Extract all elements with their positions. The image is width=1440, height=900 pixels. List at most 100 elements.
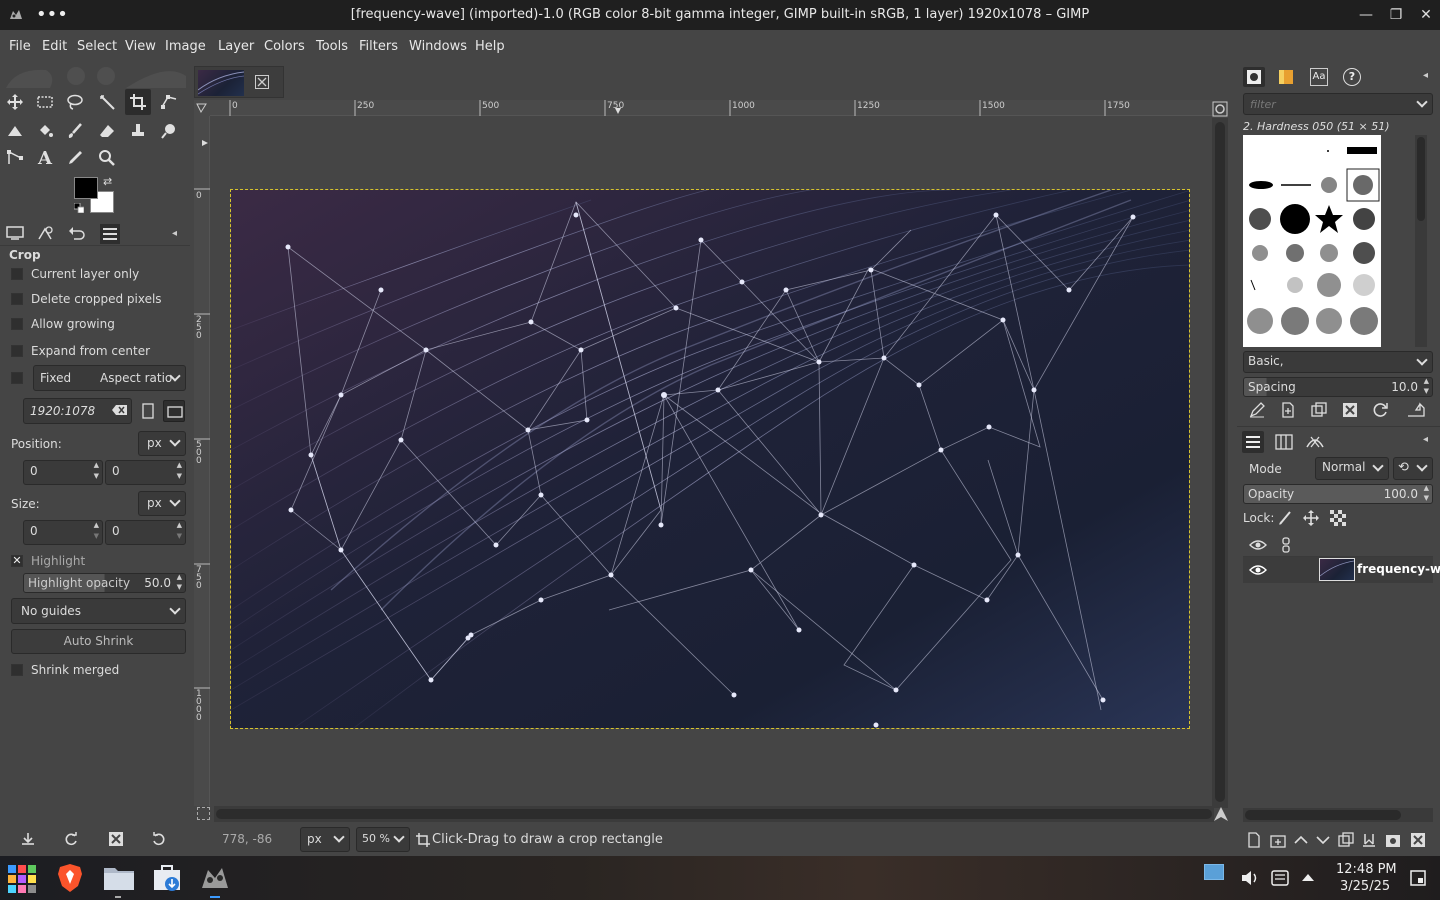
fuzzy-select-tool-icon[interactable]: [94, 89, 120, 115]
brush-grid-scroll-thumb[interactable]: [1417, 137, 1425, 221]
current-layer-only-checkbox[interactable]: [11, 268, 23, 280]
position-unit-dropdown[interactable]: px: [138, 431, 186, 456]
spin-down-icon[interactable]: ▼: [1424, 494, 1429, 502]
text-tool-icon[interactable]: A: [32, 145, 58, 171]
refresh-brushes-icon[interactable]: [1373, 402, 1389, 421]
merge-layer-icon[interactable]: [1361, 832, 1377, 851]
spin-up-icon[interactable]: ▲: [1424, 377, 1429, 385]
lock-alpha-icon[interactable]: [1330, 510, 1346, 529]
vertical-scroll-thumb[interactable]: [1215, 122, 1225, 802]
layer-mode-reset-dropdown[interactable]: ⟲: [1393, 457, 1433, 480]
tray-expand-icon[interactable]: [1300, 870, 1316, 887]
layer-name[interactable]: frequency-wa: [1357, 562, 1440, 576]
brush-filter-input[interactable]: filter: [1243, 93, 1433, 115]
eraser-tool-icon[interactable]: [94, 118, 120, 144]
menu-help[interactable]: Help: [475, 39, 505, 54]
raise-layer-icon[interactable]: [1293, 832, 1309, 851]
size-h-field[interactable]: 0 ▲ ▼: [105, 520, 186, 545]
device-status-tab-icon[interactable]: [36, 225, 56, 243]
delete-layer-icon[interactable]: [1410, 832, 1426, 851]
smudge-tool-icon[interactable]: [156, 118, 182, 144]
brave-browser-icon[interactable]: [54, 862, 86, 894]
fixed-option[interactable]: [11, 372, 31, 384]
delete-options-icon[interactable]: [108, 831, 124, 850]
horizontal-scrollbar[interactable]: [214, 806, 1214, 822]
edit-brush-icon[interactable]: [1249, 402, 1265, 421]
clone-tool-icon[interactable]: [125, 118, 151, 144]
spin-down-icon[interactable]: ▼: [177, 532, 182, 540]
tool-options-tab-icon[interactable]: [6, 225, 26, 243]
size-w-field[interactable]: 0 ▲ ▼: [23, 520, 103, 545]
spin-up-icon[interactable]: ▲: [94, 461, 99, 469]
vertical-ruler[interactable]: 0 250 500 750 1000: [194, 116, 210, 806]
clock-date[interactable]: 3/25/25: [1340, 879, 1390, 894]
duplicate-layer-icon[interactable]: [1338, 832, 1354, 851]
landscape-icon[interactable]: [163, 400, 185, 422]
reset-options-icon[interactable]: [151, 831, 167, 850]
layers-hscrollbar[interactable]: [1243, 808, 1433, 822]
gimp-taskbar-icon[interactable]: [198, 862, 232, 894]
file-manager-icon[interactable]: [102, 862, 136, 894]
position-y-field[interactable]: 0 ▲ ▼: [105, 460, 186, 485]
menu-colors[interactable]: Colors: [264, 39, 305, 54]
layers-tab-icon[interactable]: [1242, 431, 1264, 453]
layer-mask-icon[interactable]: [1385, 832, 1401, 851]
close-button[interactable]: ✕: [1416, 5, 1436, 25]
menu-select[interactable]: Select: [77, 39, 117, 54]
ruler-corner[interactable]: [194, 100, 210, 116]
spin-up-icon[interactable]: ▲: [177, 521, 182, 529]
bucket-fill-tool-icon[interactable]: [32, 118, 58, 144]
unified-transform-tool-icon[interactable]: [156, 89, 182, 115]
layer-mode-dropdown[interactable]: Normal: [1315, 457, 1389, 480]
patterns-tab-icon[interactable]: [1277, 68, 1295, 86]
default-colors-icon[interactable]: [73, 202, 85, 214]
spin-down-icon[interactable]: ▼: [94, 532, 99, 540]
menu-tools[interactable]: Tools: [316, 39, 348, 54]
volume-icon[interactable]: [1240, 869, 1260, 890]
spin-up-icon[interactable]: ▲: [177, 461, 182, 469]
lock-position-icon[interactable]: [1303, 510, 1319, 529]
new-brush-icon[interactable]: [1280, 402, 1296, 421]
menu-windows[interactable]: Windows: [409, 39, 467, 54]
show-desktop-icon[interactable]: [1410, 870, 1426, 889]
highlight-checkbox[interactable]: ✕: [11, 555, 23, 567]
spin-down-icon[interactable]: ▼: [94, 472, 99, 480]
delete-brush-icon[interactable]: [1342, 402, 1358, 421]
help-tab-icon[interactable]: ?: [1343, 68, 1361, 86]
zoom-dropdown[interactable]: 50 %: [356, 827, 410, 852]
shrink-merged-checkbox[interactable]: [11, 664, 23, 676]
channels-tab-icon[interactable]: [1275, 433, 1293, 451]
menu-edit[interactable]: Edit: [42, 39, 67, 54]
layer-opacity-slider[interactable]: Opacity 100.0 ▲ ▼: [1243, 484, 1433, 504]
horizontal-ruler[interactable]: 0 250 500 750 1000 1250 1500 1750: [210, 100, 1212, 116]
layer-row[interactable]: frequency-wa: [1243, 557, 1440, 583]
images-tab-icon[interactable]: [100, 224, 120, 244]
fixed-mode-dropdown[interactable]: Fixed Aspect ratio: [33, 365, 186, 391]
menu-layer[interactable]: Layer: [218, 39, 254, 54]
duplicate-brush-icon[interactable]: [1311, 402, 1327, 421]
panel-menu-icon[interactable]: ◂: [1423, 434, 1428, 445]
paths-tab-icon[interactable]: [1305, 433, 1325, 451]
undo-history-tab-icon[interactable]: [68, 225, 88, 243]
vertical-scrollbar[interactable]: [1212, 118, 1228, 808]
desktop-pager-icon[interactable]: [1204, 864, 1224, 880]
highlight-option[interactable]: ✕ Highlight: [11, 554, 85, 568]
current-layer-only-option[interactable]: Current layer only: [11, 267, 139, 281]
foreground-color-swatch[interactable]: [74, 177, 98, 199]
zoom-tool-icon[interactable]: [94, 145, 120, 171]
spin-up-icon[interactable]: ▲: [177, 573, 182, 581]
portrait-icon[interactable]: [138, 401, 158, 421]
spin-down-icon[interactable]: ▼: [177, 472, 182, 480]
lasso-tool-icon[interactable]: [62, 89, 88, 115]
brush-spacing-slider[interactable]: Spacing 10.0 ▲ ▼: [1243, 377, 1433, 397]
move-tool-icon[interactable]: [2, 89, 28, 115]
restore-options-icon[interactable]: [63, 831, 79, 850]
paths-tool-icon[interactable]: [2, 145, 28, 171]
position-x-field[interactable]: 0 ▲ ▼: [23, 460, 103, 485]
open-brush-icon[interactable]: [1407, 402, 1425, 421]
layer-visibility-icon[interactable]: [1249, 563, 1267, 580]
brush-grid-scrollbar[interactable]: [1415, 135, 1427, 347]
delete-cropped-checkbox[interactable]: [11, 293, 23, 305]
navigate-icon[interactable]: [1213, 806, 1229, 822]
fixed-checkbox[interactable]: [11, 372, 23, 384]
